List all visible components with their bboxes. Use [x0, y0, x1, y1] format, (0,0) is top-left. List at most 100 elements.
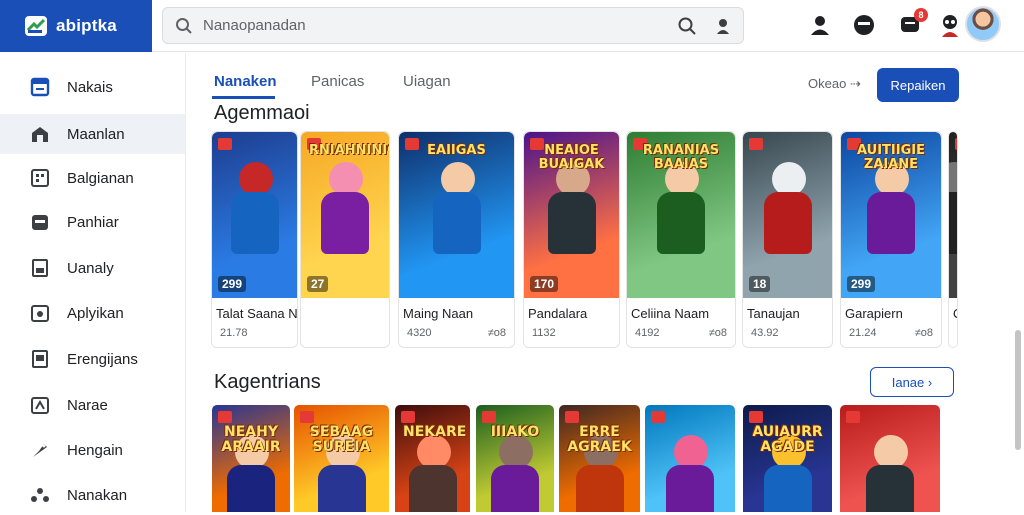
- chat-icon[interactable]: [852, 13, 876, 37]
- grid-icon: [30, 168, 50, 188]
- sidebar-item-label: Panhiar: [67, 213, 119, 231]
- game-card[interactable]: O: [948, 131, 958, 348]
- gamepad-icon: [30, 395, 50, 415]
- game-title: Tanaujan: [747, 306, 800, 321]
- character-figure: [949, 162, 957, 262]
- sidebar-item-10[interactable]: Nanakan: [0, 475, 185, 515]
- game-card[interactable]: AUITIIGIE ZAIANE 299 Garapiern 21.24 ≠o8: [840, 131, 942, 348]
- game-logo-text: AUIAURR AGADE: [752, 424, 823, 455]
- category-game-tile[interactable]: SEBAAG SUREIA: [294, 405, 389, 512]
- see-all-button[interactable]: Ianae ›: [870, 367, 954, 397]
- badge-icon: [482, 411, 496, 423]
- game-logo-text: IIIAKO: [490, 424, 540, 440]
- character-figure: [427, 162, 487, 262]
- tab-1[interactable]: Nanaken: [214, 73, 277, 90]
- category-game-tile[interactable]: NEKARE: [395, 405, 470, 512]
- game-title: Celiina Naam: [631, 306, 710, 321]
- sidebar-item-9[interactable]: Hengain: [0, 430, 185, 470]
- box-icon: [30, 212, 50, 232]
- sidebar-item-label: Uanaly: [67, 259, 114, 277]
- sidebar-item-3[interactable]: Balgianan: [0, 158, 185, 198]
- scrollbar[interactable]: [1015, 330, 1021, 450]
- sidebar-item-label: Nakais: [67, 78, 113, 96]
- badge-icon: [401, 411, 415, 423]
- character-figure: [758, 162, 818, 262]
- game-card[interactable]: 299 Talat Saana Nalnais 21.78: [211, 131, 298, 348]
- badge-icon: [955, 138, 957, 150]
- badge-icon: [218, 411, 232, 423]
- sidebar-item-label: Balgianan: [67, 169, 134, 187]
- game-card[interactable]: NEAIOE BUAIGAK 170 Pandalara 1132: [523, 131, 620, 348]
- game-card[interactable]: EAIIGAS Maing Naan 4320 ≠o8: [398, 131, 515, 348]
- sidebar-item-5[interactable]: Uanaly: [0, 248, 185, 288]
- sidebar-item-6[interactable]: Aplyikan: [0, 293, 185, 333]
- character-figure: [861, 162, 921, 262]
- badge-icon: [218, 138, 232, 150]
- game-price: ≠o8: [487, 327, 506, 339]
- game-meta: 1132: [532, 327, 556, 339]
- chevron-right-icon: ›: [927, 374, 933, 390]
- sidebar-item-1[interactable]: Nakais: [0, 67, 185, 107]
- tab-2[interactable]: Panicas: [311, 73, 364, 90]
- arrow-right-icon: ⇢: [849, 76, 861, 91]
- sidebar-item-2[interactable]: Maanlan: [0, 114, 185, 154]
- avatar[interactable]: [965, 6, 1001, 42]
- app-icon: [30, 303, 50, 323]
- rating-label: 299: [847, 276, 876, 292]
- category-game-tile[interactable]: NEAHY ARAAIR: [212, 405, 290, 512]
- voice-search-icon[interactable]: [715, 17, 731, 35]
- game-meta: 43.92: [751, 327, 779, 339]
- search-bar[interactable]: Nanaopanadan: [162, 7, 744, 44]
- game-logo-text: AUITIIGIE ZAIANE: [857, 143, 925, 172]
- notifications-icon[interactable]: 8: [898, 8, 928, 37]
- badge-icon: [749, 138, 763, 150]
- category-game-tile[interactable]: IIIAKO: [476, 405, 554, 512]
- sidebar-item-label: Maanlan: [67, 125, 125, 143]
- tab-3[interactable]: Uiagan: [403, 73, 451, 90]
- game-logo-text: EAIIGAS: [427, 143, 486, 158]
- character-figure: [542, 162, 602, 262]
- character-figure: [651, 162, 711, 262]
- game-price: ≠o8: [708, 327, 727, 339]
- top-bar: abiptka Nanaopanadan 8: [0, 0, 1024, 52]
- badge-icon: [651, 411, 665, 423]
- search-input[interactable]: Nanaopanadan: [203, 17, 677, 34]
- filter-link[interactable]: Okeao ⇢: [808, 76, 861, 92]
- category-game-tile[interactable]: AUIAURR AGADE: [743, 405, 832, 512]
- sidebar-item-4[interactable]: Panhiar: [0, 202, 185, 242]
- game-meta: 4320: [407, 327, 432, 339]
- game-logo-text: ERRE AGRAEK: [567, 424, 632, 455]
- character-figure: [660, 435, 720, 512]
- category-game-tile[interactable]: [840, 405, 940, 512]
- game-card[interactable]: 18 Tanaujan 43.92: [742, 131, 833, 348]
- tag-icon: [30, 440, 50, 460]
- section-title: Agemmaoi: [214, 102, 310, 124]
- filter-button[interactable]: Repaiken: [877, 68, 959, 102]
- game-logo-text: NEKARE: [403, 424, 467, 440]
- sidebar-item-7[interactable]: Erengijans: [0, 339, 185, 379]
- sidebar-item-label: Nanakan: [67, 486, 128, 504]
- game-title: Garapiern: [845, 306, 903, 321]
- friends-icon[interactable]: [808, 13, 832, 37]
- game-card[interactable]: RNIAHNINIG 27: [300, 131, 390, 348]
- notification-badge: 8: [914, 8, 928, 22]
- app-name: abiptka: [56, 16, 117, 35]
- character-figure: [315, 162, 375, 262]
- category-game-tile[interactable]: [645, 405, 735, 512]
- sidebar-item-8[interactable]: Narae: [0, 385, 185, 425]
- game-meta: 21.24: [849, 327, 877, 339]
- active-tab-indicator: [212, 96, 275, 99]
- profile-character-icon[interactable]: [938, 13, 962, 37]
- game-card[interactable]: RANANIAS BAAIAS Celiina Naam 4192 ≠o8: [626, 131, 736, 348]
- rating-label: 27: [307, 276, 329, 292]
- game-logo-text: RANANIAS BAAIAS: [642, 143, 720, 172]
- download-icon: [30, 258, 50, 278]
- category-game-tile[interactable]: ERRE AGRAEK: [559, 405, 640, 512]
- sidebar-item-label: Aplyikan: [67, 304, 124, 322]
- character-figure: [860, 435, 920, 512]
- search-submit-icon[interactable]: [677, 16, 697, 36]
- search-icon: [176, 17, 192, 34]
- game-meta: 4192: [635, 327, 660, 339]
- logo-icon: [25, 16, 47, 36]
- app-logo[interactable]: abiptka: [0, 0, 152, 52]
